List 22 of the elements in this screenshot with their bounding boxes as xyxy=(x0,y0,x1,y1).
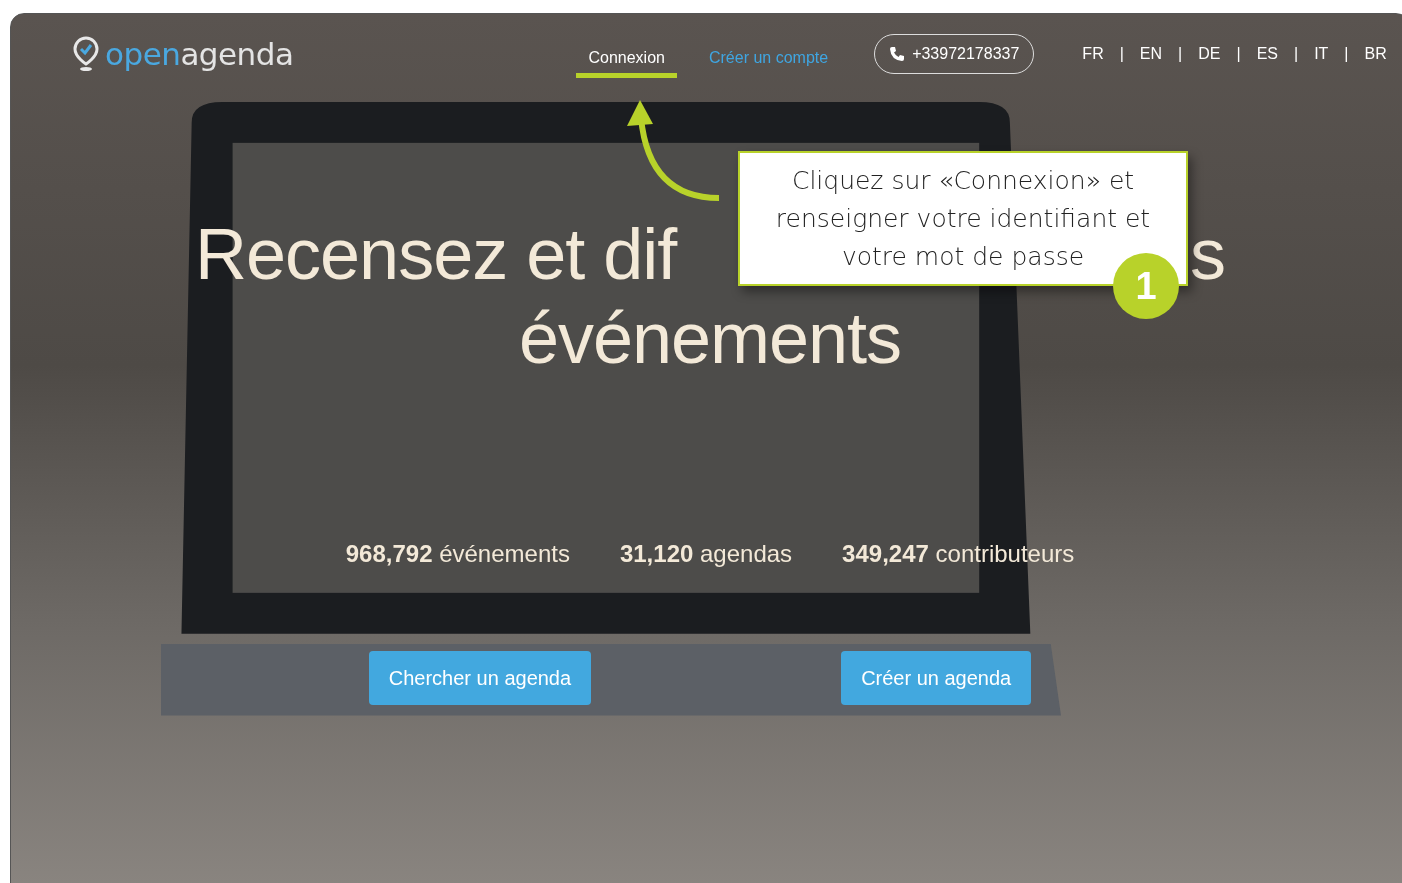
language-link[interactable]: BR xyxy=(1364,45,1387,63)
separator: | xyxy=(1293,45,1299,63)
separator: | xyxy=(1236,45,1241,63)
language-link[interactable]: FR xyxy=(1082,45,1104,63)
language-link[interactable]: ES xyxy=(1256,45,1278,63)
location-pin-icon xyxy=(73,36,99,72)
phone-icon xyxy=(889,46,906,62)
openagenda-logo[interactable]: openagenda xyxy=(73,36,294,72)
separator: | xyxy=(1344,45,1349,63)
stat-text: 968,792 événements xyxy=(345,540,570,568)
headline-text: s xyxy=(1190,213,1225,296)
separator: | xyxy=(1178,45,1183,63)
headline-text: Recensez et dif xyxy=(195,213,677,296)
stat-text: 349,247 contributeurs xyxy=(842,540,1075,568)
language-link[interactable]: EN xyxy=(1139,45,1163,63)
language-link[interactable]: DE xyxy=(1198,45,1221,63)
separator: | xyxy=(1119,45,1124,63)
step-badge: 1 xyxy=(1113,253,1179,319)
nav-link[interactable]: Connexion xyxy=(576,40,677,78)
stat-text: 31,120 agendas xyxy=(619,540,793,568)
language-link[interactable]: IT xyxy=(1314,45,1329,63)
headline-text: événements xyxy=(517,297,903,380)
